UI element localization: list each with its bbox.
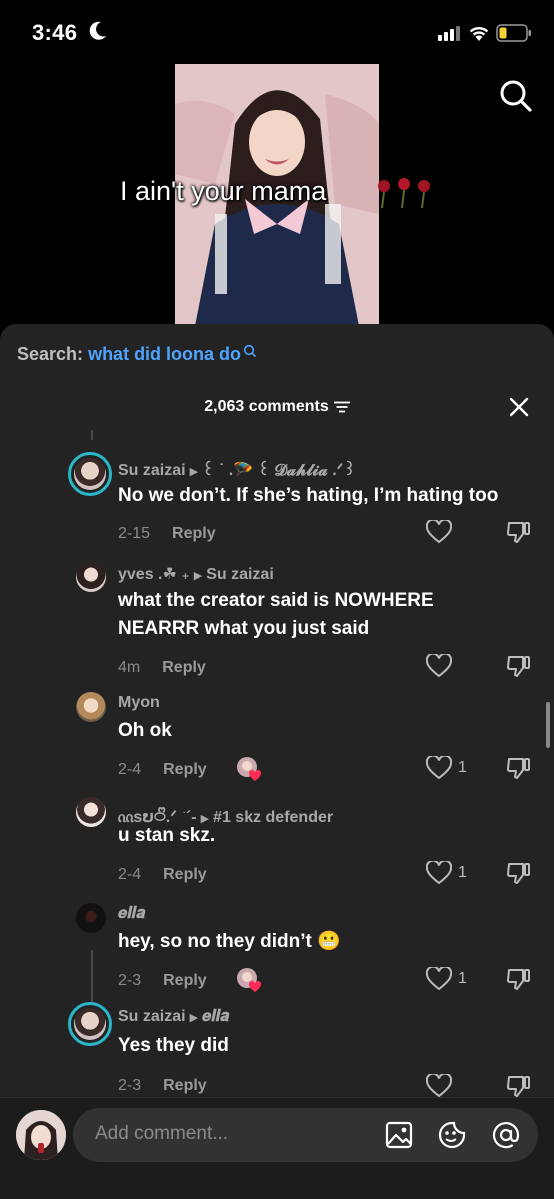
close-icon[interactable] bbox=[508, 396, 530, 418]
comment-meta: 2-4 Reply bbox=[118, 866, 207, 884]
comment-date: 2-4 bbox=[118, 866, 142, 883]
comment-meta: 2-4 Reply bbox=[118, 761, 207, 779]
status-bar: 3:46 bbox=[0, 0, 554, 64]
reply-arrow-icon: ▶ bbox=[189, 466, 199, 478]
creator-liked-icon bbox=[237, 757, 262, 781]
like-control[interactable]: 1 bbox=[426, 967, 467, 991]
avatar[interactable] bbox=[68, 452, 112, 496]
moon-icon bbox=[89, 21, 106, 40]
comment-text: u stan skz. bbox=[118, 825, 216, 846]
comment-date: 4m bbox=[118, 659, 141, 676]
heart-icon[interactable] bbox=[426, 756, 452, 780]
comment-meta: 2-3 Reply bbox=[118, 1077, 207, 1095]
reply-button[interactable]: Reply bbox=[163, 1077, 207, 1094]
comments-header: 2,063 comments bbox=[0, 398, 554, 416]
like-count: 1 bbox=[458, 864, 467, 881]
comment-text: Yes they did bbox=[118, 1035, 229, 1056]
like-count: 1 bbox=[458, 970, 467, 987]
reply-button[interactable]: Reply bbox=[163, 761, 207, 778]
reply-button[interactable]: Reply bbox=[162, 659, 206, 676]
wilted-rose-icon bbox=[378, 178, 430, 209]
comment-input[interactable]: Add comment... bbox=[73, 1108, 538, 1162]
dislike-icon[interactable] bbox=[506, 967, 532, 991]
avatar[interactable] bbox=[76, 562, 106, 592]
avatar[interactable] bbox=[76, 692, 106, 722]
heart-icon[interactable] bbox=[426, 520, 452, 544]
heart-icon[interactable] bbox=[426, 967, 452, 991]
reply-target: Su zaizai bbox=[206, 566, 274, 583]
status-time: 3:46 bbox=[32, 20, 78, 45]
sticker-icon[interactable] bbox=[437, 1120, 467, 1150]
avatar[interactable] bbox=[68, 1002, 112, 1046]
related-search[interactable]: Search: what did loona do bbox=[17, 344, 257, 365]
signal-icon bbox=[438, 26, 460, 41]
comment-meta: 2-3 Reply bbox=[118, 972, 207, 990]
thread-line bbox=[91, 950, 93, 1006]
dislike-icon[interactable] bbox=[506, 756, 532, 780]
battery-icon bbox=[496, 24, 531, 42]
avatar[interactable] bbox=[76, 797, 106, 827]
dislike-icon[interactable] bbox=[506, 520, 532, 544]
comment-author[interactable]: 𝒆𝒍𝒍𝒂 bbox=[118, 905, 145, 923]
like-count: 1 bbox=[458, 759, 467, 776]
scrollbar[interactable] bbox=[546, 702, 550, 748]
heart-icon[interactable] bbox=[426, 1074, 452, 1098]
comment-meta: 4m Reply bbox=[118, 659, 206, 677]
search-small-icon bbox=[243, 344, 257, 358]
reply-button[interactable]: Reply bbox=[163, 866, 207, 883]
comment-author[interactable]: Myon bbox=[118, 694, 160, 712]
comment-date: 2-3 bbox=[118, 1077, 142, 1094]
comments-panel: Search: what did loona do 2,063 comments… bbox=[0, 324, 554, 1199]
reply-arrow-icon: ▶ bbox=[193, 570, 203, 582]
comment-input-placeholder: Add comment... bbox=[95, 1123, 229, 1144]
comment-date: 2-15 bbox=[118, 525, 151, 542]
comment-author[interactable]: Su zaizai ▶ 𝒆𝒍𝒍𝒂 bbox=[118, 1008, 229, 1026]
wifi-icon bbox=[469, 26, 489, 41]
mention-icon[interactable] bbox=[491, 1120, 521, 1150]
my-avatar[interactable] bbox=[16, 1110, 66, 1160]
reply-target: 𝒆𝒍𝒍𝒂 bbox=[202, 1008, 230, 1025]
comment-date: 2-4 bbox=[118, 761, 142, 778]
video-caption: I ain't your mama bbox=[120, 176, 327, 206]
comments-count: 2,063 comments bbox=[204, 398, 329, 415]
comment-date: 2-3 bbox=[118, 972, 142, 989]
heart-icon[interactable] bbox=[426, 654, 452, 678]
comment-author[interactable]: Su zaizai ▶ ꒰ ˙ .🪂 ꒰ 𝓓𝓪𝓱𝓵𝓲𝓪 .ᐟ꒱ bbox=[118, 458, 356, 480]
search-label: Search: bbox=[17, 344, 84, 364]
dislike-icon[interactable] bbox=[506, 861, 532, 885]
comment-text: hey, so no they didn’t 😬 bbox=[118, 931, 341, 952]
my-avatar-image bbox=[16, 1110, 66, 1160]
reply-arrow-icon: ▶ bbox=[189, 1012, 199, 1024]
comment-meta: 2-15 Reply bbox=[118, 525, 216, 543]
dislike-icon[interactable] bbox=[506, 1074, 532, 1098]
comment-text: Oh ok bbox=[118, 720, 172, 741]
reply-button[interactable]: Reply bbox=[163, 972, 207, 989]
thread-line bbox=[91, 430, 93, 440]
image-icon[interactable] bbox=[384, 1120, 414, 1150]
dislike-icon[interactable] bbox=[506, 654, 532, 678]
search-icon[interactable] bbox=[498, 78, 534, 114]
avatar[interactable] bbox=[76, 903, 106, 933]
comment-composer: Add comment... bbox=[0, 1097, 554, 1199]
heart-icon[interactable] bbox=[426, 861, 452, 885]
reply-button[interactable]: Reply bbox=[172, 525, 216, 542]
comment-text: No we don’t. If she’s hating, I’m hating… bbox=[118, 485, 499, 506]
comment-text: what the creator said is NOWHERE NEARRR … bbox=[118, 590, 434, 639]
reply-target: ꒰ ˙ .🪂 ꒰ 𝓓𝓪𝓱𝓵𝓲𝓪 .ᐟ꒱ bbox=[202, 462, 356, 479]
search-query-link[interactable]: what did loona do bbox=[88, 344, 241, 364]
creator-liked-icon bbox=[237, 968, 262, 992]
sort-filter-icon[interactable] bbox=[333, 401, 350, 413]
comment-author[interactable]: yves .☘︎ ₊ ▶ Su zaizai bbox=[118, 564, 274, 584]
like-control[interactable]: 1 bbox=[426, 756, 467, 780]
like-control[interactable]: 1 bbox=[426, 861, 467, 885]
